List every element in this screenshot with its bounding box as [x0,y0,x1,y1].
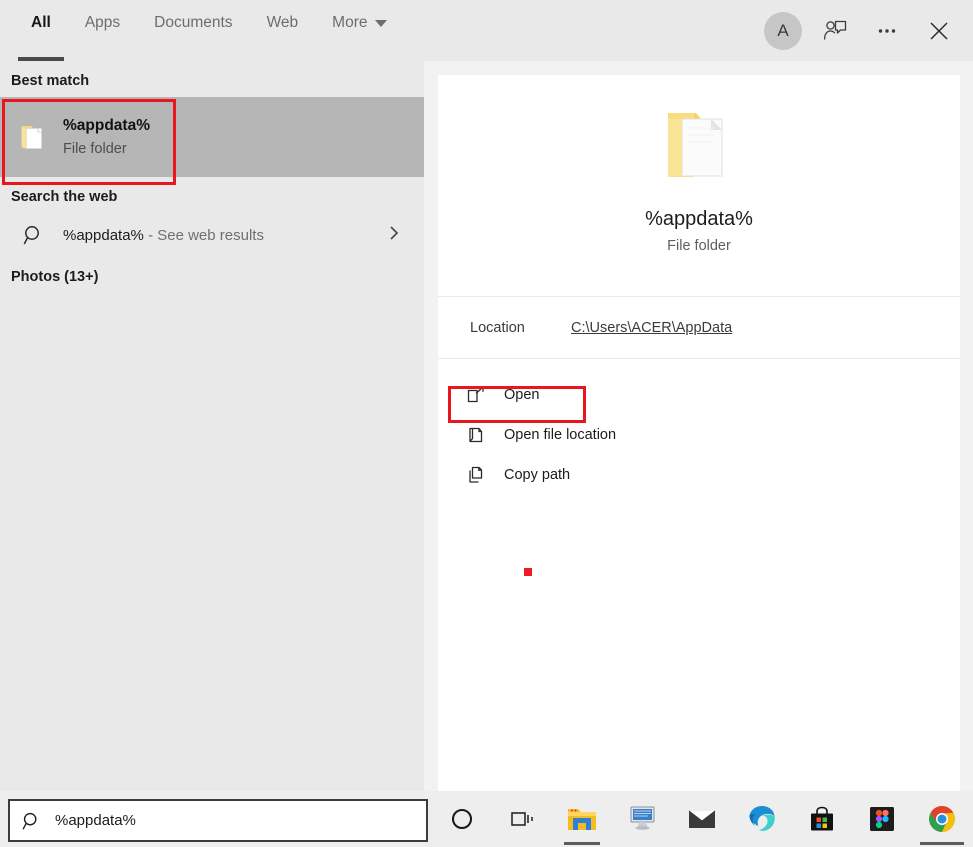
folder-with-document-icon [652,97,746,196]
taskbar-item-task-view[interactable] [492,791,552,847]
photos-header: Photos (13+) [11,269,99,285]
taskbar-search-input[interactable]: %appdata% [8,799,428,842]
location-row: Location C:\Users\ACER\AppData [438,297,960,359]
folder-with-document-icon [12,120,56,154]
task-view-icon [511,812,533,826]
best-match-header: Best match [11,73,90,89]
tab-more[interactable]: More [315,0,404,61]
close-icon [930,21,948,40]
taskbar-icons [432,791,972,847]
google-chrome-icon [929,806,955,832]
avatar: A [764,11,802,50]
folder-location-icon [466,425,500,445]
avatar-button[interactable]: A [759,7,807,55]
preview-title: %appdata% [645,208,753,230]
results-panel: Best match %appdata% File folder Search … [0,61,424,791]
taskbar-item-mail[interactable] [672,791,732,847]
open-external-icon [466,385,500,405]
feedback-button[interactable] [811,7,859,55]
action-copy-path[interactable]: Copy path [438,455,960,495]
preview-panel: %appdata% File folder Location C:\Users\… [438,75,960,791]
action-copy-path-label: Copy path [504,467,571,483]
tab-all-label: All [31,14,51,31]
location-label: Location [470,319,525,336]
taskbar-item-figma[interactable] [852,791,912,847]
web-result-label: %appdata% - See web results [63,227,264,244]
taskbar-search-value: %appdata% [55,812,136,829]
taskbar-item-cortana[interactable] [432,791,492,847]
more-options-button[interactable] [863,7,911,55]
action-open[interactable]: Open [438,375,960,415]
preview-hero: %appdata% File folder [438,75,960,297]
tab-apps-label: Apps [84,14,121,31]
cortana-icon [451,808,473,830]
action-open-file-location-label: Open file location [504,427,617,443]
tab-all[interactable]: All [14,0,68,61]
best-match-title: %appdata% [63,116,150,134]
best-match-result[interactable]: %appdata% File folder [0,97,424,177]
search-topbar: All Apps Documents Web More A [0,0,973,61]
person-feedback-icon [823,20,847,40]
action-open-file-location[interactable]: Open file location [438,415,960,455]
best-match-text: %appdata% File folder [63,115,150,160]
tab-documents[interactable]: Documents [137,0,249,61]
web-result-suffix: - See web results [143,226,264,244]
red-marker-dot [524,568,532,576]
action-list: Open Open file location Copy path [438,359,960,495]
action-open-label: Open [504,387,540,403]
tab-more-label: More [332,14,368,31]
chevron-down-icon [375,20,388,27]
close-button[interactable] [915,7,963,55]
tab-bar: All Apps Documents Web More [14,0,404,61]
figma-icon [870,807,894,831]
taskbar-item-file-explorer[interactable] [552,791,612,847]
ellipsis-icon [878,28,896,33]
tab-web-label: Web [266,14,299,31]
web-result-row[interactable]: %appdata% - See web results [0,213,424,257]
search-icon [22,812,37,829]
preview-subtitle: File folder [667,238,731,254]
copy-icon [466,465,500,485]
best-match-subtitle: File folder [63,140,127,157]
search-icon [12,224,56,246]
avatar-initial: A [777,20,789,40]
taskbar-item-microsoft-edge[interactable] [732,791,792,847]
remote-desktop-icon [630,806,655,830]
location-link[interactable]: C:\Users\ACER\AppData [571,320,732,336]
web-result-query: %appdata% [63,226,144,244]
search-window: All Apps Documents Web More A Best match… [0,0,973,847]
topbar-actions: A [759,0,963,61]
tab-web[interactable]: Web [250,0,316,61]
search-web-header: Search the web [11,189,118,205]
taskbar-item-google-chrome[interactable] [912,791,972,847]
microsoft-edge-icon [749,806,775,831]
file-explorer-icon [568,809,596,830]
taskbar-item-remote-desktop[interactable] [612,791,672,847]
mail-icon [688,810,716,828]
tab-documents-label: Documents [154,14,233,31]
microsoft-store-icon [811,806,833,831]
taskbar-item-microsoft-store[interactable] [792,791,852,847]
chevron-right-icon [386,225,402,246]
tab-apps[interactable]: Apps [68,0,137,61]
